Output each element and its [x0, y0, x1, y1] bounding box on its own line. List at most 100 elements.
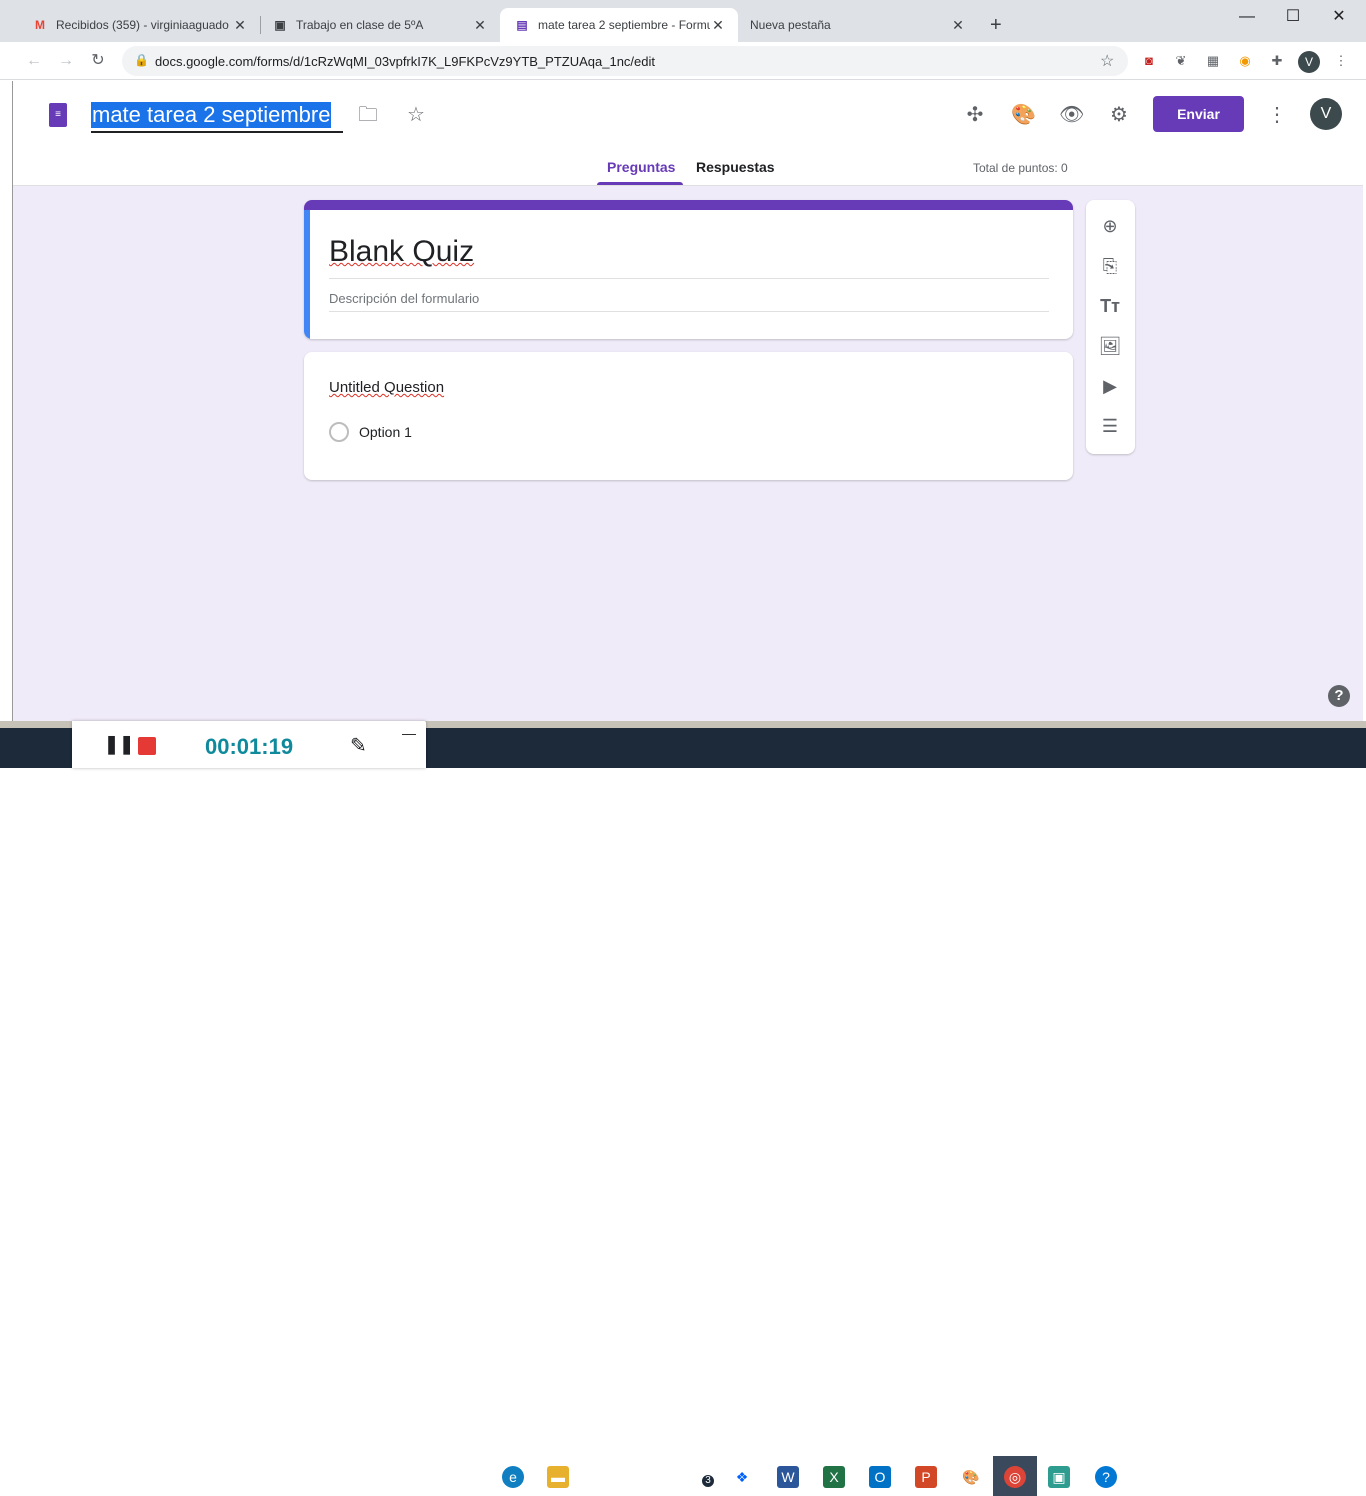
- more-options-icon[interactable]: ⋮: [1265, 103, 1289, 127]
- minimize-icon[interactable]: —: [1224, 4, 1270, 30]
- radio-button[interactable]: [329, 422, 349, 442]
- close-tab-icon[interactable]: ✕: [950, 17, 966, 34]
- question-card[interactable]: Untitled Question Option 1: [304, 352, 1073, 480]
- task-view-icon[interactable]: ⧉: [453, 1466, 475, 1488]
- recording-timer: 00:01:19: [205, 734, 294, 759]
- mail-badge: 3: [701, 1474, 715, 1488]
- quiz-title-text: Blank Quiz: [329, 235, 475, 268]
- stop-record-icon[interactable]: [138, 737, 156, 755]
- forward-icon[interactable]: →: [56, 51, 76, 71]
- chrome-menu-icon[interactable]: ⋮: [1333, 53, 1349, 69]
- browser-toolbar: ← → ↻ 🔒 docs.google.com/forms/d/1cRzWqMI…: [0, 42, 1366, 80]
- question-title-text: Untitled Question: [329, 379, 445, 396]
- form-title-input[interactable]: mate tarea 2 septiembre: [91, 99, 343, 133]
- add-image-icon[interactable]: 🖼: [1098, 334, 1122, 358]
- extension-palette-icon[interactable]: ◉: [1237, 53, 1253, 69]
- form-title-text: mate tarea 2 septiembre: [91, 102, 332, 128]
- battery-icon[interactable]: ▭: [1196, 1466, 1218, 1488]
- add-video-icon[interactable]: ▶: [1098, 374, 1122, 398]
- lock-icon: 🔒: [134, 53, 149, 67]
- word-icon[interactable]: W: [777, 1466, 799, 1488]
- notifications-icon[interactable]: 🗨: [1322, 1466, 1344, 1488]
- close-tab-icon[interactable]: ✕: [472, 17, 488, 34]
- add-question-icon[interactable]: ⊕: [1098, 214, 1122, 238]
- option-label[interactable]: Option 1: [359, 424, 412, 440]
- clock-time[interactable]: 15:48: [1263, 1460, 1307, 1472]
- send-button[interactable]: Enviar: [1153, 96, 1244, 132]
- url-text: docs.google.com/forms/d/1cRzWqMI_03vpfrk…: [155, 54, 655, 69]
- outlook-icon[interactable]: O: [869, 1466, 891, 1488]
- wifi-icon[interactable]: ⌔: [1220, 1466, 1242, 1488]
- total-points: Total de puntos: 0: [973, 161, 1068, 175]
- screencast-icon[interactable]: ▣: [1048, 1466, 1070, 1488]
- microphone-icon[interactable]: 🎙: [1172, 1466, 1194, 1488]
- star-icon[interactable]: ☆: [404, 103, 428, 127]
- chrome-icon[interactable]: ◎: [1004, 1466, 1026, 1488]
- close-window-icon[interactable]: ✕: [1316, 4, 1362, 30]
- windows-start-icon[interactable]: ⊞: [13, 1466, 35, 1488]
- tab-title: Trabajo en clase de 5ºA: [296, 18, 424, 32]
- question-toolbar: ⊕ ⎘ Tт 🖼 ▶ ☰: [1086, 200, 1135, 454]
- address-bar[interactable]: 🔒 docs.google.com/forms/d/1cRzWqMI_03vpf…: [122, 46, 1128, 76]
- quiz-title[interactable]: Blank Quiz: [329, 235, 474, 269]
- new-tab-icon[interactable]: +: [990, 14, 1002, 37]
- help-tray-icon[interactable]: ?: [1095, 1466, 1117, 1488]
- folder-icon[interactable]: 🗀: [356, 103, 380, 127]
- question-title[interactable]: Untitled Question: [329, 379, 444, 396]
- pen-draw-icon[interactable]: ✎: [350, 733, 367, 758]
- profile-avatar[interactable]: V: [1298, 51, 1320, 73]
- pause-icon[interactable]: ❚❚: [104, 734, 134, 755]
- reload-icon[interactable]: ↻: [88, 51, 108, 71]
- close-tab-icon[interactable]: ✕: [232, 17, 248, 34]
- add-section-icon[interactable]: ☰: [1098, 414, 1122, 438]
- addons-puzzle-icon[interactable]: ✣: [963, 103, 987, 127]
- classroom-icon: ▣: [274, 18, 286, 32]
- google-forms-logo[interactable]: ≡: [49, 103, 67, 127]
- browser-tab-strip: M Recibidos (359) - virginiaaguado ✕ ▣ T…: [0, 0, 1366, 42]
- tab-forms-active[interactable]: ▤ mate tarea 2 septiembre - Formu ✕: [500, 8, 738, 42]
- excel-icon[interactable]: X: [823, 1466, 845, 1488]
- clock-date[interactable]: 30/06/2020: [1248, 1477, 1303, 1489]
- extension-pocket-icon[interactable]: ◙: [1141, 53, 1157, 69]
- extension-leaf-icon[interactable]: ❦: [1173, 53, 1189, 69]
- settings-gear-icon[interactable]: ⚙: [1107, 103, 1131, 127]
- active-tab-indicator: [597, 182, 683, 185]
- screen-recorder-bar: ❚❚ 00:01:19 ✎ —: [72, 721, 426, 768]
- form-description-field[interactable]: Descripción del formulario: [329, 291, 479, 306]
- tab-responses[interactable]: Respuestas: [696, 159, 775, 175]
- bookmark-star-icon[interactable]: ☆: [1100, 51, 1114, 71]
- forms-icon: ▤: [516, 18, 528, 32]
- add-title-icon[interactable]: Tт: [1098, 294, 1122, 318]
- minimize-recorder-icon[interactable]: —: [402, 725, 416, 741]
- account-avatar[interactable]: V: [1310, 98, 1342, 130]
- forms-page: ≡ mate tarea 2 septiembre 🗀 ☆ ✣ 🎨 👁 ⚙ En…: [12, 81, 1363, 721]
- extensions-puzzle-icon[interactable]: ✚: [1269, 53, 1285, 69]
- tab-classroom[interactable]: ▣ Trabajo en clase de 5ºA ✕: [258, 8, 500, 42]
- tab-title: Recibidos (359) - virginiaaguado: [56, 18, 229, 32]
- palette-icon[interactable]: 🎨: [1011, 103, 1036, 127]
- paint-icon[interactable]: 🎨: [960, 1466, 982, 1488]
- preview-eye-icon[interactable]: 👁: [1059, 103, 1084, 127]
- help-icon[interactable]: ?: [1328, 685, 1350, 707]
- extension-grid-icon[interactable]: ▦: [1205, 53, 1221, 69]
- store-icon[interactable]: 🛍: [593, 1466, 615, 1488]
- tab-title: Nueva pestaña: [750, 18, 831, 32]
- tab-questions[interactable]: Preguntas: [607, 159, 675, 175]
- tab-gmail[interactable]: M Recibidos (359) - virginiaaguado ✕: [18, 8, 260, 42]
- powerpoint-icon[interactable]: P: [915, 1466, 937, 1488]
- app-s-icon[interactable]: ϟ: [639, 1466, 661, 1488]
- close-tab-icon[interactable]: ✕: [710, 17, 726, 34]
- form-title-card[interactable]: Blank Quiz Descripción del formulario: [304, 200, 1073, 339]
- dropbox-icon[interactable]: ❖: [731, 1466, 753, 1488]
- tab-new[interactable]: Nueva pestaña ✕: [736, 8, 978, 42]
- edge-icon[interactable]: e: [502, 1466, 524, 1488]
- gmail-icon: M: [35, 18, 45, 32]
- file-explorer-icon[interactable]: ▬: [547, 1466, 569, 1488]
- divider: [329, 311, 1049, 312]
- back-icon[interactable]: ←: [24, 51, 44, 71]
- tray-chevron-icon[interactable]: ⌃: [1125, 1466, 1147, 1488]
- onedrive-icon[interactable]: ☁: [1148, 1466, 1170, 1488]
- maximize-icon[interactable]: ☐: [1270, 4, 1316, 30]
- import-questions-icon[interactable]: ⎘: [1098, 254, 1122, 278]
- divider: [329, 278, 1049, 279]
